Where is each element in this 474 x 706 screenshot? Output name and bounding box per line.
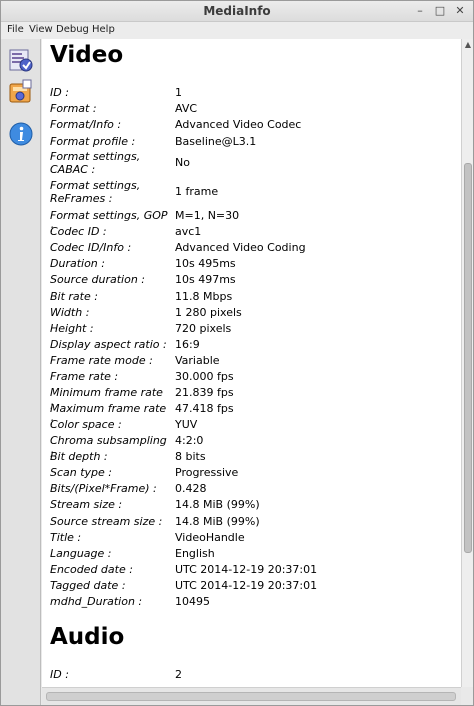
view-sidebar — [1, 39, 41, 705]
row-value: AVC — [175, 102, 198, 115]
row-label: ID : — [50, 668, 69, 681]
row-label: Scan type : — [50, 466, 113, 479]
row-label: Bits/(Pixel*Frame) : — [50, 482, 157, 495]
menu-help[interactable]: Help — [92, 24, 115, 35]
row-label: Color space : — [50, 418, 122, 431]
row-value: 0.428 — [175, 482, 207, 495]
row-value: 1 280 pixels — [175, 306, 242, 319]
row-label: Duration : — [50, 257, 105, 270]
row-value: English — [175, 547, 215, 560]
row-label: Source duration : — [50, 273, 146, 286]
row-label: Tagged date : — [50, 579, 126, 592]
row-value: 10495 — [175, 595, 210, 608]
row-label: Language : — [50, 547, 112, 560]
row-label: Format/Info : — [50, 118, 122, 131]
menu-view[interactable]: View — [29, 24, 53, 35]
row-label: Height : — [50, 322, 94, 335]
basic-view-icon[interactable] — [9, 47, 33, 73]
scroll-up-arrow-icon[interactable]: ▲ — [463, 40, 473, 50]
window-title: MediaInfo — [203, 4, 271, 18]
row-value: 2 — [175, 668, 182, 681]
row-label: Codec ID/Info : — [50, 241, 132, 254]
info-content-pane[interactable]: Video ID : 1 Format : AVC Format/Info : Adv… — [42, 39, 461, 687]
title-bar[interactable]: MediaInfo – □ ✕ — [1, 1, 473, 22]
row-label: Bit rate : — [50, 290, 98, 303]
row-value: 11.8 Mbps — [175, 290, 233, 303]
row-label: Codec ID : — [50, 225, 107, 238]
maximize-button[interactable]: □ — [433, 4, 447, 18]
menu-file[interactable]: File — [7, 24, 24, 35]
row-label: Title : — [50, 531, 82, 544]
row-value: Advanced Video Codec — [175, 118, 302, 131]
row-label: Width : — [50, 306, 90, 319]
menu-debug[interactable]: Debug — [56, 24, 89, 35]
row-value: UTC 2014-12-19 20:37:01 — [175, 579, 318, 592]
row-value: UTC 2014-12-19 20:37:01 — [175, 563, 318, 576]
row-value: Variable — [175, 354, 220, 367]
row-value: 30.000 fps — [175, 370, 234, 383]
row-value: 16:9 — [175, 338, 200, 351]
row-value: 4:2:0 — [175, 434, 204, 447]
row-label: Source stream size : — [50, 515, 163, 528]
row-value: 8 bits — [175, 450, 206, 463]
close-button[interactable]: ✕ — [453, 4, 467, 18]
row-value: avc1 — [175, 225, 202, 238]
row-value: 14.8 MiB (99%) — [175, 515, 260, 528]
row-label: Display aspect ratio : — [50, 338, 167, 351]
section-title-video: Video — [50, 42, 124, 68]
row-value: 720 pixels — [175, 322, 232, 335]
row-label: mdhd_Duration : — [50, 595, 143, 608]
row-value: 1 — [175, 86, 182, 99]
scrollbar-thumb[interactable] — [464, 163, 472, 553]
section-title-audio: Audio — [50, 624, 125, 650]
row-label: Bit depth : — [50, 450, 108, 463]
row-label: Format profile : — [50, 135, 136, 148]
info-icon[interactable] — [9, 121, 33, 147]
row-value: VideoHandle — [175, 531, 245, 544]
row-value: Progressive — [175, 466, 239, 479]
row-label: Format settings, ReFrames : — [50, 179, 141, 205]
horizontal-scrollbar[interactable] — [42, 687, 461, 705]
row-value: YUV — [175, 418, 198, 431]
row-value: 14.8 MiB (99%) — [175, 498, 260, 511]
row-value: 10s 495ms — [175, 257, 236, 270]
row-value: 21.839 fps — [175, 386, 234, 399]
vertical-scrollbar[interactable]: ▲ — [461, 39, 473, 687]
row-value: Baseline@L3.1 — [175, 135, 257, 148]
row-value: Advanced Video Coding — [175, 241, 306, 254]
row-label: Format : — [50, 102, 97, 115]
row-label: Stream size : — [50, 498, 123, 511]
row-label: ID : — [50, 86, 69, 99]
mediainfo-window: MediaInfo – □ ✕ File View Debug Help Vid… — [0, 0, 474, 706]
sheet-view-icon[interactable] — [9, 79, 33, 105]
row-label: Frame rate : — [50, 370, 119, 383]
row-value: No — [175, 156, 190, 169]
row-label: Encoded date : — [50, 563, 133, 576]
row-value: 1 frame — [175, 185, 219, 198]
menu-bar: File View Debug Help — [1, 22, 473, 39]
horizontal-scrollbar-thumb[interactable] — [46, 692, 456, 701]
row-label: Frame rate mode : — [50, 354, 153, 367]
minimize-button[interactable]: – — [413, 4, 427, 18]
row-value: 47.418 fps — [175, 402, 234, 415]
row-label: Format settings, CABAC : — [50, 150, 141, 176]
row-value: M=1, N=30 — [175, 209, 240, 222]
row-value: 10s 497ms — [175, 273, 236, 286]
